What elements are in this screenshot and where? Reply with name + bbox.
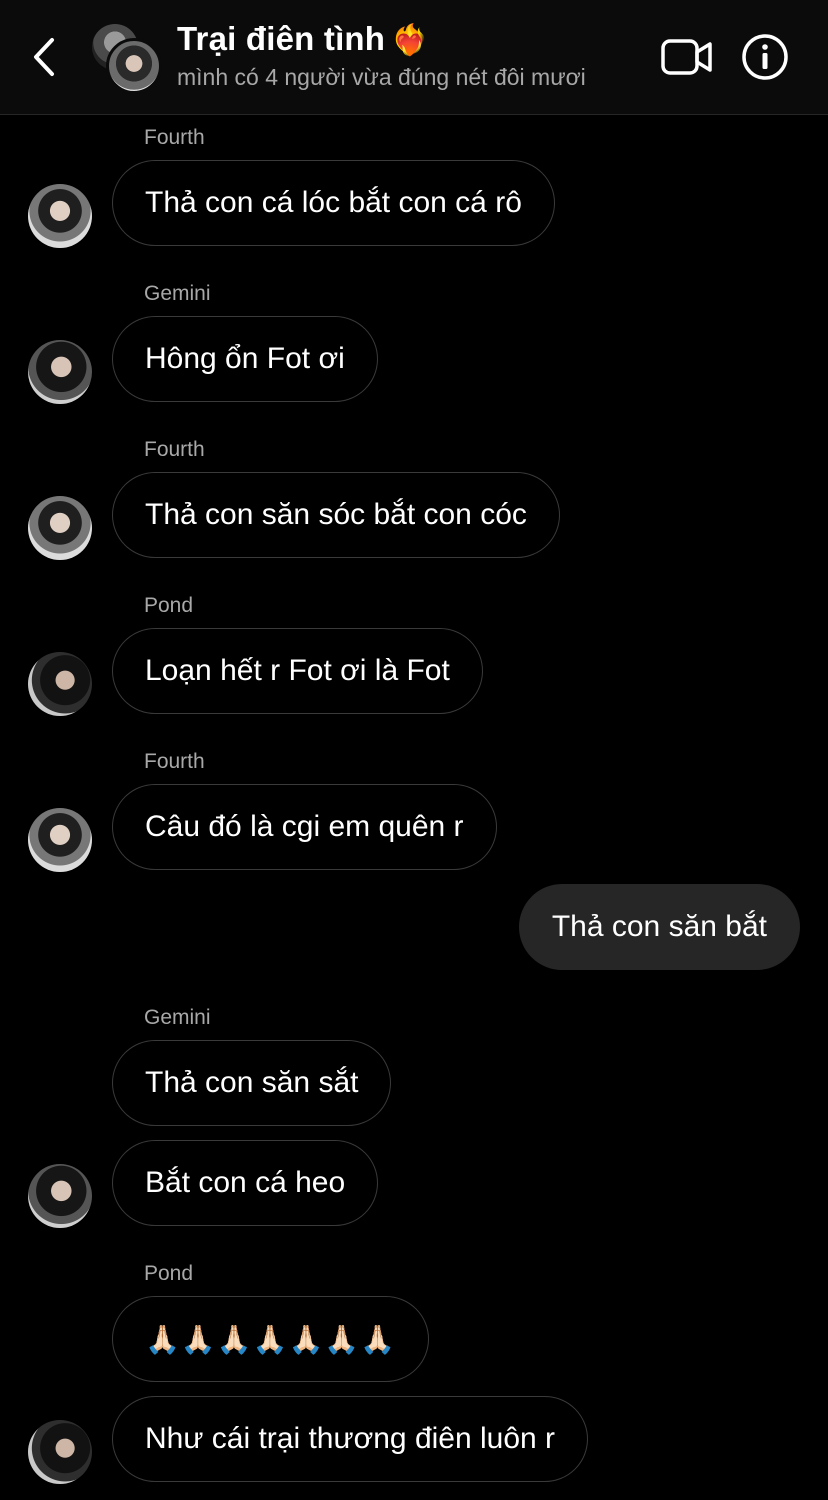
sender-name: Gemini: [144, 1006, 211, 1029]
outgoing-message-bubble[interactable]: Thả con săn bắt: [518, 884, 800, 970]
message-bubble[interactable]: Hông ổn Fot ơi: [112, 316, 378, 402]
chat-title-text: Trại điên tình: [177, 20, 386, 57]
group-avatar[interactable]: [92, 24, 162, 94]
message-text: Thả con cá lóc bắt con cá rô: [145, 186, 522, 219]
chevron-left-icon: [34, 38, 54, 76]
sender-name: Pond: [144, 1262, 194, 1285]
sender-name: Pond: [144, 594, 194, 617]
avatar: [106, 38, 162, 94]
message-bubble[interactable]: Bắt con cá heo: [112, 1140, 379, 1226]
message-bubble[interactable]: Như cái trại thương điên luôn r: [112, 1396, 589, 1482]
info-icon: [742, 34, 788, 80]
message-text: Câu đó là cgi em quên r: [145, 810, 464, 843]
avatar[interactable]: [28, 496, 92, 560]
back-button[interactable]: [26, 34, 66, 80]
message-bubble[interactable]: Câu đó là cgi em quên r: [112, 784, 497, 870]
message-bubble[interactable]: Thả con săn sắt: [112, 1040, 392, 1126]
avatar[interactable]: [28, 1420, 92, 1484]
avatar[interactable]: [28, 652, 92, 716]
chat-title[interactable]: Trại điên tình ❤️‍🔥: [177, 20, 429, 58]
sender-name: Gemini: [144, 282, 211, 305]
message-text: 🙏🏻🙏🏻🙏🏻🙏🏻🙏🏻🙏🏻🙏🏻: [145, 1323, 397, 1355]
video-camera-icon: [661, 39, 712, 75]
message-text: Thả con săn sóc bắt con cóc: [145, 498, 527, 531]
message-bubble[interactable]: 🙏🏻🙏🏻🙏🏻🙏🏻🙏🏻🙏🏻🙏🏻: [112, 1296, 430, 1382]
info-button[interactable]: [741, 33, 789, 81]
sender-name: Fourth: [144, 126, 205, 149]
video-call-button[interactable]: [660, 36, 714, 78]
message-bubble[interactable]: Loạn hết r Fot ơi là Fot: [112, 628, 483, 714]
message-bubble[interactable]: Thả con cá lóc bắt con cá rô: [112, 160, 555, 246]
chat-subtitle: mình có 4 người vừa đúng nét đôi mươi: [177, 64, 586, 90]
message-text: Loạn hết r Fot ơi là Fot: [145, 654, 450, 687]
message-text: Hông ổn Fot ơi: [145, 342, 345, 375]
heart-on-fire-icon: ❤️‍🔥: [391, 24, 429, 57]
sender-name: Fourth: [144, 438, 205, 461]
message-bubble[interactable]: Thả con săn sóc bắt con cóc: [112, 472, 560, 558]
sender-name: Fourth: [144, 750, 205, 773]
message-text: Như cái trại thương điên luôn r: [145, 1422, 556, 1455]
avatar[interactable]: [28, 184, 92, 248]
chat-header: Trại điên tình ❤️‍🔥 mình có 4 người vừa đ…: [0, 0, 828, 115]
avatar[interactable]: [28, 340, 92, 404]
avatar[interactable]: [28, 1164, 92, 1228]
message-text: Thả con săn bắt: [551, 910, 767, 943]
avatar[interactable]: [28, 808, 92, 872]
message-text: Bắt con cá heo: [145, 1166, 346, 1199]
message-text: Thả con săn sắt: [145, 1066, 359, 1099]
